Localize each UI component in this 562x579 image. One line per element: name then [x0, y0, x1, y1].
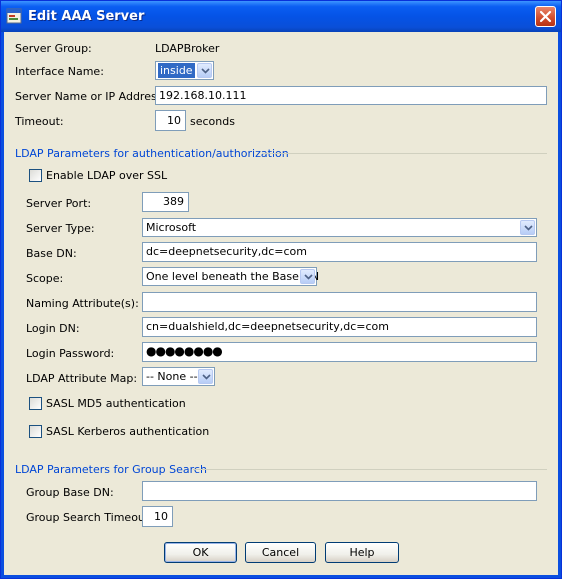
- attribute-map-dropdown-button[interactable]: [198, 369, 213, 384]
- interface-name-label: Interface Name:: [15, 65, 104, 78]
- enable-ssl-checkbox[interactable]: [29, 169, 42, 182]
- scope-label: Scope:: [26, 272, 64, 285]
- interface-name-select[interactable]: inside: [155, 61, 214, 80]
- sasl-kerberos-checkbox[interactable]: [29, 425, 42, 438]
- group-search-section-title: LDAP Parameters for Group Search: [15, 463, 207, 476]
- chevron-down-icon: [201, 68, 210, 74]
- server-type-dropdown-button[interactable]: [520, 220, 535, 235]
- base-dn-input[interactable]: dc=deepnetsecurity,dc=com: [142, 242, 537, 262]
- section-divider: [262, 153, 547, 154]
- attribute-map-value: -- None --: [146, 370, 198, 383]
- window-title: Edit AAA Server: [28, 9, 145, 24]
- server-port-input[interactable]: 389: [142, 192, 189, 212]
- section-divider: [193, 469, 547, 470]
- scope-dropdown-button[interactable]: [300, 269, 315, 284]
- app-icon: [6, 8, 22, 24]
- close-button[interactable]: [535, 6, 556, 27]
- server-type-value: Microsoft: [146, 221, 197, 234]
- timeout-input[interactable]: 10: [155, 110, 186, 131]
- interface-name-value: inside: [158, 63, 195, 78]
- base-dn-label: Base DN:: [26, 247, 77, 260]
- login-dn-label: Login DN:: [26, 322, 80, 335]
- sasl-md5-label: SASL MD5 authentication: [46, 397, 186, 410]
- naming-attribute-input[interactable]: [142, 292, 537, 312]
- interface-dropdown-button[interactable]: [197, 63, 212, 78]
- server-group-label: Server Group:: [15, 42, 92, 55]
- sasl-kerberos-label: SASL Kerberos authentication: [46, 425, 210, 438]
- chevron-down-icon: [304, 274, 313, 280]
- chevron-down-icon: [202, 374, 211, 380]
- login-password-input[interactable]: ●●●●●●●●: [142, 342, 537, 362]
- timeout-label: Timeout:: [15, 115, 64, 128]
- login-dn-input[interactable]: cn=dualshield,dc=deepnetsecurity,dc=com: [142, 317, 537, 337]
- title-bar[interactable]: Edit AAA Server: [1, 1, 561, 32]
- enable-ssl-label: Enable LDAP over SSL: [46, 169, 168, 182]
- group-base-dn-label: Group Base DN:: [26, 486, 114, 499]
- server-type-label: Server Type:: [26, 222, 95, 235]
- sasl-md5-checkbox[interactable]: [29, 397, 42, 410]
- login-password-label: Login Password:: [26, 347, 115, 360]
- server-address-input[interactable]: 192.168.10.111: [155, 86, 547, 105]
- group-search-timeout-input[interactable]: 10: [142, 506, 173, 527]
- timeout-unit: seconds: [190, 115, 235, 128]
- ok-button[interactable]: OK: [164, 542, 237, 563]
- chevron-down-icon: [524, 225, 533, 231]
- server-type-select[interactable]: Microsoft: [142, 218, 537, 237]
- scope-value: One level beneath the Base DN: [146, 270, 320, 283]
- server-address-label: Server Name or IP Address:: [15, 90, 167, 103]
- dialog-window: Edit AAA Server Server Group: LDAPBroker…: [0, 0, 562, 579]
- dialog-body: Server Group: LDAPBroker Interface Name:…: [4, 32, 558, 575]
- attribute-map-select[interactable]: -- None --: [142, 367, 215, 386]
- cancel-button[interactable]: Cancel: [245, 542, 316, 563]
- server-group-value: LDAPBroker: [155, 42, 220, 55]
- group-search-timeout-label: Group Search Timeout:: [26, 511, 153, 524]
- scope-select[interactable]: One level beneath the Base DN: [142, 267, 320, 286]
- naming-attribute-label: Naming Attribute(s):: [26, 297, 139, 310]
- server-port-label: Server Port:: [26, 197, 92, 210]
- attribute-map-label: LDAP Attribute Map:: [26, 372, 138, 385]
- ldap-auth-section-title: LDAP Parameters for authentication/autho…: [15, 147, 289, 160]
- help-button[interactable]: Help: [325, 542, 399, 563]
- group-base-dn-input[interactable]: [142, 481, 537, 501]
- close-icon: [539, 10, 552, 23]
